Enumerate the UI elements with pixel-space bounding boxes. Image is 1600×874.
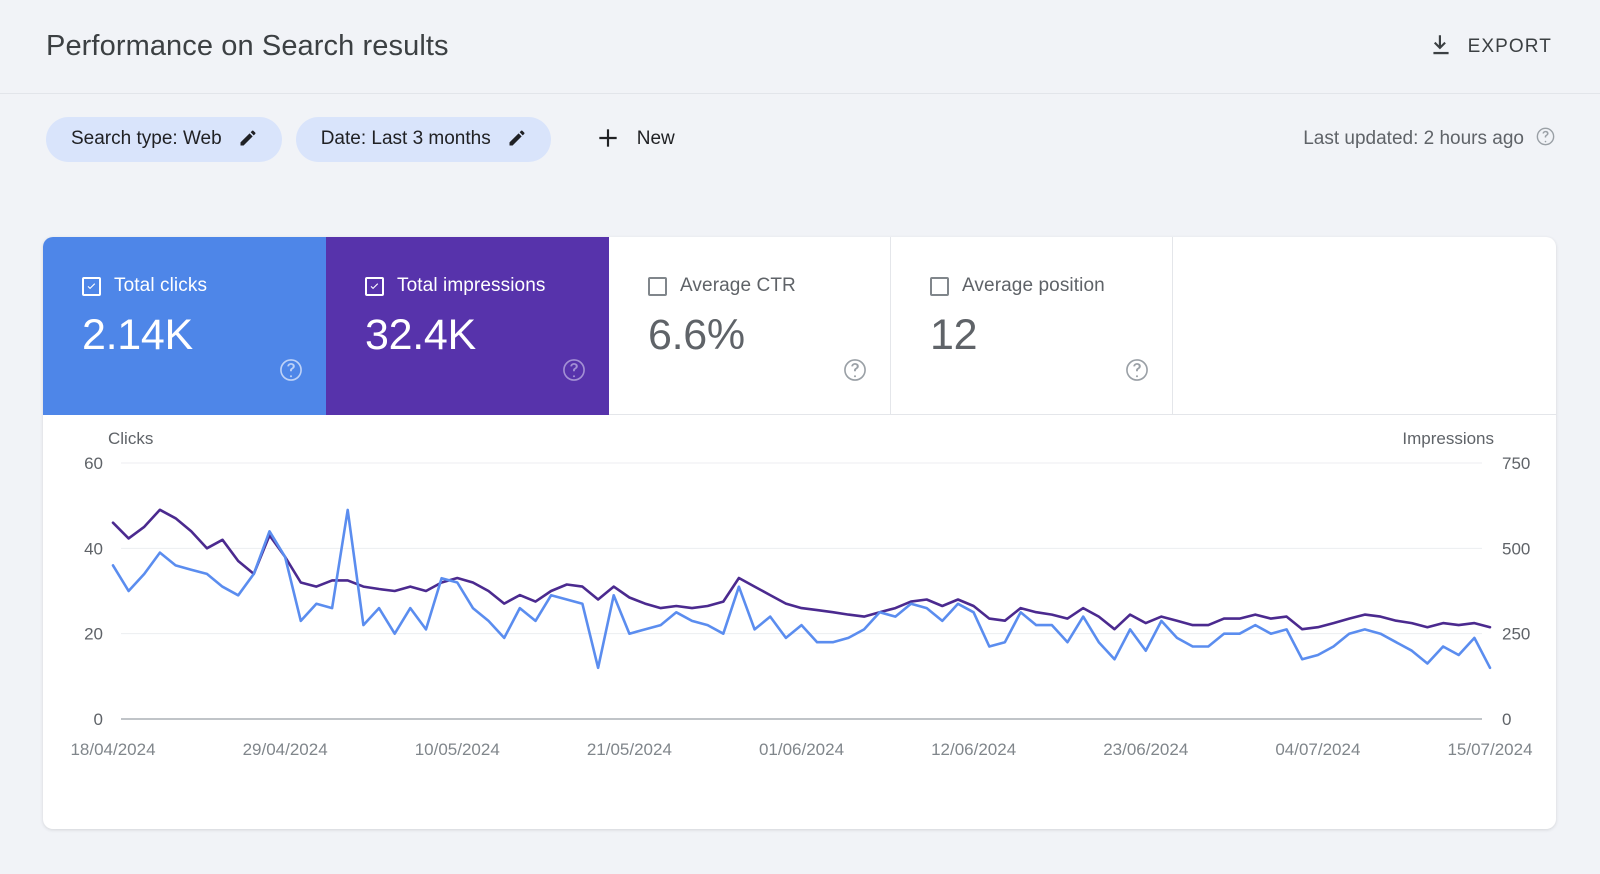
y-axis-right-tick: 500 — [1502, 539, 1530, 558]
y-axis-left-tick: 40 — [84, 539, 103, 558]
metric-value: 2.14K — [82, 311, 193, 359]
metric-label: Average position — [962, 275, 1105, 296]
download-icon — [1428, 32, 1454, 61]
checkbox-checked-icon[interactable] — [82, 276, 101, 296]
checkbox-checked-icon[interactable] — [365, 276, 384, 296]
metric-value: 12 — [930, 311, 978, 359]
metric-value: 6.6% — [648, 311, 745, 359]
new-filter-button[interactable]: New — [579, 117, 691, 162]
help-circle-icon[interactable] — [1535, 126, 1556, 152]
x-axis-tick-label: 01/06/2024 — [759, 740, 844, 759]
help-circle-icon[interactable] — [842, 357, 868, 388]
x-axis-tick-label: 18/04/2024 — [70, 740, 155, 759]
x-axis-tick-label: 10/05/2024 — [415, 740, 500, 759]
x-axis-tick-label: 15/07/2024 — [1447, 740, 1532, 759]
metric-label: Total impressions — [397, 275, 546, 296]
export-label: EXPORT — [1467, 35, 1552, 57]
metric-tile-total-clicks[interactable]: Total clicks 2.14K — [43, 237, 326, 415]
metric-header: Average position — [930, 275, 1172, 297]
performance-card: Total clicks 2.14K Total impressions 32.… — [43, 237, 1556, 829]
help-circle-icon[interactable] — [278, 357, 304, 388]
y-axis-right-tick: 250 — [1502, 625, 1530, 644]
page-title: Performance on Search results — [46, 30, 449, 62]
help-circle-icon[interactable] — [561, 357, 587, 388]
metric-label: Average CTR — [680, 275, 796, 296]
chart-line-impressions — [111, 508, 1492, 631]
metric-tile-total-impressions[interactable]: Total impressions 32.4K — [326, 237, 609, 415]
metrics-row: Total clicks 2.14K Total impressions 32.… — [43, 237, 1556, 415]
x-axis-tick-label: 23/06/2024 — [1103, 740, 1188, 759]
checkbox-unchecked-icon[interactable] — [930, 276, 949, 296]
page-header: Performance on Search results EXPORT — [0, 0, 1600, 94]
x-axis-tick-label: 04/07/2024 — [1275, 740, 1360, 759]
metric-label: Total clicks — [114, 275, 208, 296]
filter-chip-label: Search type: Web — [71, 128, 222, 149]
new-filter-label: New — [636, 128, 675, 149]
y-axis-right-tick: 750 — [1502, 454, 1530, 473]
metric-tile-average-ctr[interactable]: Average CTR 6.6% — [609, 237, 891, 415]
metric-header: Average CTR — [648, 275, 890, 297]
filter-chip-search-type[interactable]: Search type: Web — [46, 116, 282, 162]
checkbox-unchecked-icon[interactable] — [648, 276, 667, 296]
filter-bar: Search type: Web Date: Last 3 months New… — [0, 95, 1600, 183]
export-button[interactable]: EXPORT — [1424, 26, 1556, 67]
y-axis-left-tick: 20 — [84, 625, 103, 644]
filter-chip-label: Date: Last 3 months — [320, 128, 491, 149]
y-axis-left-tick: 0 — [94, 710, 103, 729]
x-axis-tick-label: 12/06/2024 — [931, 740, 1016, 759]
x-axis-tick-label: 29/04/2024 — [243, 740, 328, 759]
x-axis-tick-label: 21/05/2024 — [587, 740, 672, 759]
help-circle-icon[interactable] — [1124, 357, 1150, 388]
chart-canvas: 60 750 40 500 20 250 0 0 18/04/2024 29/04/2024 10/… — [70, 454, 1532, 759]
performance-page: Performance on Search results EXPORT Sea… — [0, 0, 1600, 874]
pencil-icon — [507, 128, 527, 151]
metric-tile-average-position[interactable]: Average position 12 — [891, 237, 1173, 415]
last-updated: Last updated: 2 hours ago — [1303, 126, 1556, 152]
filter-chip-date[interactable]: Date: Last 3 months — [295, 116, 551, 162]
metrics-empty-space — [1173, 237, 1556, 415]
pencil-icon — [238, 128, 258, 151]
metric-header: Total clicks — [82, 275, 326, 297]
y-axis-right-tick: 0 — [1502, 710, 1511, 729]
performance-chart: Clicks Impressions 60 750 40 500 20 250 0 0 18/0… — [43, 415, 1556, 828]
metric-header: Total impressions — [365, 275, 609, 297]
plus-icon — [595, 125, 621, 154]
metric-value: 32.4K — [365, 311, 476, 359]
y-axis-left-tick: 60 — [84, 454, 103, 473]
last-updated-text: Last updated: 2 hours ago — [1303, 128, 1524, 149]
chart-line-clicks — [111, 508, 1492, 670]
